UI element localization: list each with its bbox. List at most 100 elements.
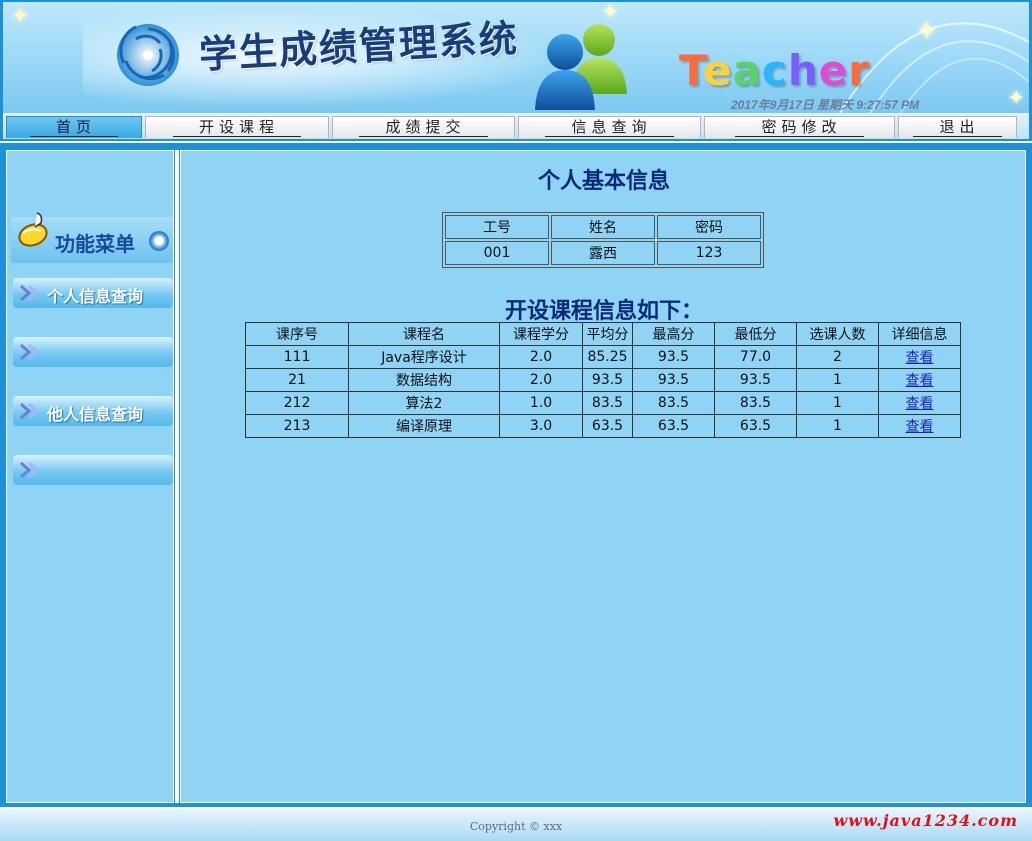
table-cell: 1 <box>796 368 879 392</box>
table-cell: 93.5 <box>632 368 715 392</box>
table-cell: 85.25 <box>582 345 633 369</box>
double-chevron-icon <box>20 461 40 479</box>
role-title: Teacher <box>679 46 870 95</box>
personal-info-table: 工号 姓名 密码 001 露西 123 <box>442 212 764 268</box>
tab-label: 成绩提交 <box>359 118 488 137</box>
tab-label: 首页 <box>29 118 118 137</box>
double-chevron-icon <box>20 284 40 302</box>
table-header-cell: 平均分 <box>582 322 633 346</box>
view-details-link[interactable]: 查看 <box>906 396 934 412</box>
table-row: 111 Java程序设计 2.0 85.25 93.5 77.0 2 查看 <box>245 345 961 369</box>
tab-label: 退出 <box>913 118 1002 137</box>
tab-logout[interactable]: 退出 <box>898 116 1017 138</box>
column-divider <box>175 150 179 803</box>
view-details-link[interactable]: 查看 <box>906 373 934 389</box>
table-row: 21 数据结构 2.0 93.5 93.5 93.5 1 查看 <box>245 368 961 392</box>
tab-label: 开设课程 <box>172 118 301 137</box>
table-cell: 露西 <box>551 241 655 265</box>
table-cell-action: 查看 <box>878 414 961 438</box>
table-cell: 编译原理 <box>348 414 500 438</box>
table-row: 001 露西 123 <box>445 241 761 265</box>
table-cell: 1 <box>796 414 879 438</box>
lightbulb-icon <box>18 212 48 247</box>
table-cell: 21 <box>245 368 349 392</box>
table-header-cell: 选课人数 <box>796 322 879 346</box>
tab-grade-submit[interactable]: 成绩提交 <box>332 116 515 138</box>
table-header-cell: 课程学分 <box>499 322 583 346</box>
table-cell: 93.5 <box>582 368 633 392</box>
table-cell: 93.5 <box>632 345 715 369</box>
sidebar-item-empty[interactable] <box>13 455 173 485</box>
table-body: 111 Java程序设计 2.0 85.25 93.5 77.0 2 查看 21 数据结构 2.0 9… <box>245 345 961 438</box>
sidebar-item-label: 个人信息查询 <box>47 287 144 306</box>
table-header-row: 课序号 课程名 课程学分 平均分 最高分 最低分 选课人数 详细信息 <box>245 322 961 346</box>
footer: Copyright © xxx www.java1234.com <box>0 807 1032 841</box>
main-content: 个人基本信息 工号 姓名 密码 001 露西 123 开设课程信息如下： 课序号… <box>180 150 1026 803</box>
table-cell: 63.5 <box>632 414 715 438</box>
table-cell: 213 <box>245 414 349 438</box>
table-cell: 83.5 <box>714 391 797 415</box>
table-header-cell: 最低分 <box>714 322 797 346</box>
table-cell: 93.5 <box>714 368 797 392</box>
table-cell: 001 <box>445 241 549 265</box>
table-cell: 2 <box>796 345 879 369</box>
table-header-row: 工号 姓名 密码 <box>445 215 761 239</box>
table-header-cell: 工号 <box>445 215 549 239</box>
table-cell: 1 <box>796 391 879 415</box>
gear-icon: ✪ <box>149 231 169 251</box>
view-details-link[interactable]: 查看 <box>906 419 934 435</box>
table-cell: 83.5 <box>632 391 715 415</box>
swirl-logo-icon <box>117 24 179 86</box>
table-cell: 63.5 <box>714 414 797 438</box>
double-chevron-icon <box>20 402 40 420</box>
course-section-title: 开设课程信息如下： <box>504 299 703 324</box>
menu-header: 功能菜单 ✪ <box>11 212 173 263</box>
table-cell: 2.0 <box>499 368 583 392</box>
table-cell: 83.5 <box>582 391 633 415</box>
table-header-cell: 密码 <box>657 215 761 239</box>
header-banner: ✦ ✦ ✦ ✦ 学生成绩管理系统 Teacher 2017年9月17日 星期天 … <box>0 0 1032 113</box>
sparkle-icon: ✦ <box>11 4 30 29</box>
view-details-link[interactable]: 查看 <box>906 350 934 366</box>
tab-password-change[interactable]: 密码修改 <box>704 116 895 138</box>
table-row: 213 编译原理 3.0 63.5 63.5 63.5 1 查看 <box>245 414 961 438</box>
table-header-cell: 最高分 <box>632 322 715 346</box>
menu-title: 功能菜单 <box>55 232 135 256</box>
table-cell-action: 查看 <box>878 391 961 415</box>
table-cell: 77.0 <box>714 345 797 369</box>
table-cell: 123 <box>657 241 761 265</box>
watermark-site-url: www.java1234.com <box>833 811 1018 830</box>
table-cell-action: 查看 <box>878 345 961 369</box>
current-datetime: 2017年9月17日 星期天 9:27:57 PM <box>731 98 920 112</box>
table-header-cell: 姓名 <box>551 215 655 239</box>
table-cell: 数据结构 <box>348 368 500 392</box>
table-cell: 3.0 <box>499 414 583 438</box>
tab-home[interactable]: 首页 <box>6 116 142 138</box>
users-icon <box>535 24 627 110</box>
tab-label: 信息查询 <box>545 118 674 137</box>
table-header-cell: 课程名 <box>348 322 500 346</box>
table-cell: Java程序设计 <box>348 345 500 369</box>
sidebar-item-empty[interactable] <box>13 337 173 367</box>
table-row: 212 算法2 1.0 83.5 83.5 83.5 1 查看 <box>245 391 961 415</box>
sidebar-item-others-info[interactable]: 他人信息查询 <box>13 396 173 426</box>
tab-open-course[interactable]: 开设课程 <box>145 116 329 138</box>
table-header-cell: 详细信息 <box>878 322 961 346</box>
table-cell: 212 <box>245 391 349 415</box>
course-table: 课序号 课程名 课程学分 平均分 最高分 最低分 选课人数 详细信息 111 Java程序设计 2… <box>245 322 961 438</box>
table-header-cell: 课序号 <box>245 322 349 346</box>
double-chevron-icon <box>20 343 40 361</box>
table-cell: 算法2 <box>348 391 500 415</box>
table-cell: 63.5 <box>582 414 633 438</box>
table-cell-action: 查看 <box>878 368 961 392</box>
sidebar: 功能菜单 ✪ 个人信息查询 他人信息查询 <box>6 150 174 803</box>
table-cell: 1.0 <box>499 391 583 415</box>
info-section-title: 个人基本信息 <box>537 169 670 194</box>
sidebar-item-personal-info[interactable]: 个人信息查询 <box>13 278 173 308</box>
sidebar-item-label: 他人信息查询 <box>47 405 144 424</box>
top-navigation: 首页 开设课程 成绩提交 信息查询 密码修改 退出 <box>0 113 1032 141</box>
table-cell: 2.0 <box>499 345 583 369</box>
tab-label: 密码修改 <box>735 118 864 137</box>
table-cell: 111 <box>245 345 349 369</box>
tab-info-query[interactable]: 信息查询 <box>518 116 701 138</box>
